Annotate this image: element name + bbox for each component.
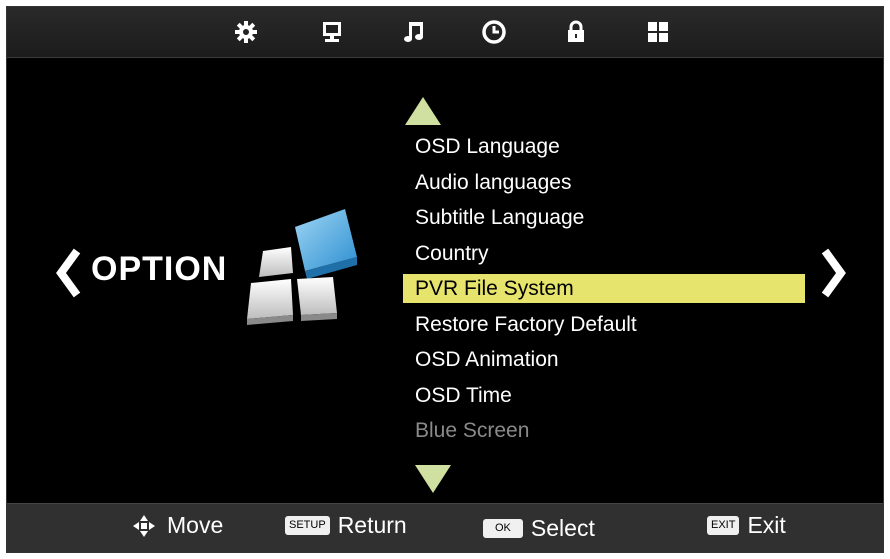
hint-return: SETUP Return bbox=[285, 512, 407, 539]
menu-item-restore-factory-default[interactable]: Restore Factory Default bbox=[403, 307, 805, 343]
setup-key-badge: SETUP bbox=[285, 516, 330, 535]
hint-move: Move bbox=[131, 512, 223, 539]
chevron-left-icon[interactable] bbox=[53, 245, 83, 301]
exit-key-badge: EXIT bbox=[707, 516, 740, 535]
bottom-hint-bar: Move SETUP Return OK Select EXIT Exit bbox=[7, 503, 883, 552]
scroll-down-arrow-icon[interactable] bbox=[413, 463, 453, 495]
menu-item-audio-languages[interactable]: Audio languages bbox=[403, 165, 805, 201]
menu-item-blue-screen: Blue Screen bbox=[415, 419, 530, 442]
menu-item-pvr-file-system[interactable]: PVR File System bbox=[403, 274, 805, 303]
option-blocks-icon bbox=[247, 209, 357, 325]
hint-exit-label: Exit bbox=[747, 512, 786, 538]
menu-item-country[interactable]: Country bbox=[403, 236, 805, 272]
clock-icon[interactable] bbox=[479, 17, 509, 47]
chevron-right-icon[interactable] bbox=[819, 245, 849, 301]
menu-item-subtitle-language[interactable]: Subtitle Language bbox=[403, 200, 805, 236]
scroll-up-arrow-icon[interactable] bbox=[403, 95, 443, 127]
hint-return-label: Return bbox=[337, 512, 407, 538]
ok-key-badge: OK bbox=[483, 519, 523, 538]
gear-icon[interactable] bbox=[231, 17, 261, 47]
tv-menu-screen: OPTION OSD Language Audio languages Subt… bbox=[6, 6, 884, 553]
music-note-icon[interactable] bbox=[399, 17, 429, 47]
hint-select: OK Select bbox=[483, 515, 595, 542]
grid-icon[interactable] bbox=[643, 17, 673, 47]
hint-exit: EXIT Exit bbox=[707, 512, 786, 539]
menu-item-osd-language[interactable]: OSD Language bbox=[403, 129, 805, 165]
hint-select-label: Select bbox=[530, 515, 595, 541]
menu-item-osd-time[interactable]: OSD Time bbox=[403, 378, 805, 414]
monitor-icon[interactable] bbox=[317, 17, 347, 47]
menu-item-osd-animation[interactable]: OSD Animation bbox=[403, 342, 805, 378]
option-menu-list: OSD Language Audio languages Subtitle La… bbox=[403, 129, 805, 449]
category-title: OPTION bbox=[91, 250, 228, 288]
lock-icon[interactable] bbox=[561, 17, 591, 47]
top-tab-bar bbox=[7, 7, 883, 58]
hint-move-label: Move bbox=[167, 512, 224, 538]
move-arrows-icon bbox=[133, 514, 155, 537]
